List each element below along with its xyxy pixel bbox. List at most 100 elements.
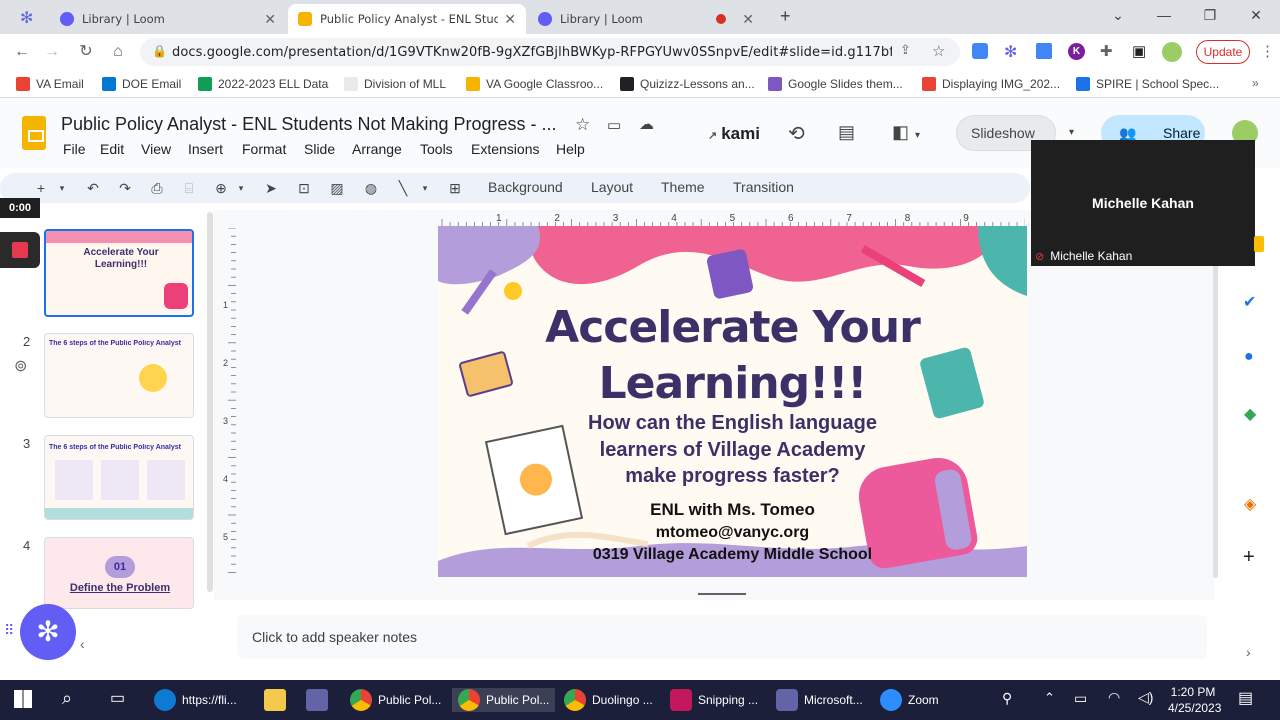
zoom-icon[interactable]: ⊕: [212, 180, 230, 197]
bookmark-slides-themes[interactable]: Google Slides them...: [768, 76, 903, 92]
new-slide-dropdown-icon[interactable]: ▾: [53, 183, 71, 194]
image-icon[interactable]: ▨: [328, 180, 346, 197]
maps-icon[interactable]: ◆: [1244, 404, 1256, 424]
print-icon[interactable]: ⎙: [148, 180, 166, 197]
taskbar-snipping[interactable]: Snipping ...: [670, 688, 758, 712]
thumbnail-slide-4[interactable]: 01 Define the Problem: [44, 537, 194, 609]
redo-icon[interactable]: ↷: [116, 180, 134, 197]
menu-view[interactable]: View: [141, 141, 171, 157]
notes-resize-handle[interactable]: [698, 593, 746, 595]
system-clock[interactable]: 1:20 PM 4/25/2023: [1168, 684, 1221, 716]
contacts-icon[interactable]: ●: [1244, 348, 1254, 366]
battery-icon[interactable]: ▭: [1074, 690, 1087, 707]
line-icon[interactable]: ╲: [394, 180, 412, 197]
bookmark-classroom[interactable]: VA Google Classroo...: [466, 76, 603, 92]
stop-recording-button[interactable]: [0, 232, 40, 268]
menu-insert[interactable]: Insert: [188, 141, 223, 157]
cloud-saved-icon[interactable]: ☁: [639, 115, 654, 133]
tab-list-icon[interactable]: ⌄: [1098, 4, 1138, 26]
forward-icon[interactable]: →: [42, 42, 62, 62]
translate-icon[interactable]: [1036, 43, 1052, 59]
windows-start-icon[interactable]: [14, 690, 32, 708]
loom-launcher-button[interactable]: ✻: [20, 604, 76, 660]
bookmark-mll[interactable]: Division of MLL: [344, 76, 446, 92]
wifi-icon[interactable]: ◠: [1108, 689, 1120, 706]
show-hidden-icons[interactable]: ⌃: [1044, 690, 1055, 706]
taskbar-store[interactable]: [306, 688, 334, 712]
select-cursor-icon[interactable]: ➤: [262, 180, 280, 197]
move-folder-icon[interactable]: ▭: [607, 116, 621, 134]
comment-add-icon[interactable]: ⊞: [446, 180, 464, 197]
more-menu-icon[interactable]: ⋮: [1260, 42, 1275, 60]
bookmark-ell-data[interactable]: 2022-2023 ELL Data: [198, 76, 328, 92]
kami-ext-icon[interactable]: K: [1068, 43, 1085, 60]
background-button[interactable]: Background: [488, 179, 563, 195]
minimize-icon[interactable]: —: [1144, 4, 1184, 26]
document-title[interactable]: Public Policy Analyst - ENL Students Not…: [61, 114, 557, 135]
transition-button[interactable]: Transition: [733, 179, 794, 195]
drag-handle-icon[interactable]: ⠿: [4, 622, 14, 639]
meet-camera-icon[interactable]: ◧ ▾: [892, 122, 920, 143]
comments-icon[interactable]: ▤: [838, 122, 855, 143]
thumbnail-slide-3[interactable]: The 6 steps of the Public Policy Analyst: [44, 435, 194, 520]
version-history-icon[interactable]: ⟲: [788, 121, 805, 146]
addon-icon[interactable]: ◈: [1244, 494, 1256, 514]
task-view-icon[interactable]: ▭: [110, 688, 125, 708]
speaker-notes[interactable]: Click to add speaker notes: [237, 615, 1207, 659]
profile-avatar-icon[interactable]: [1162, 42, 1182, 62]
share-page-icon[interactable]: ⇪: [900, 43, 911, 58]
thumbnail-slide-2[interactable]: The 6 steps of the Public Policy Analyst: [44, 333, 194, 418]
slide-canvas[interactable]: Accelerate Your Learning!!! How can the …: [438, 226, 1027, 577]
more-bookmarks-icon[interactable]: »: [1252, 76, 1259, 90]
menu-arrange[interactable]: Arrange: [352, 141, 402, 157]
undo-icon[interactable]: ↶: [84, 180, 102, 197]
taskbar-explorer[interactable]: [264, 688, 292, 712]
menu-tools[interactable]: Tools: [420, 141, 453, 157]
tasks-icon[interactable]: ✔: [1243, 292, 1256, 312]
update-button[interactable]: Update: [1196, 40, 1250, 64]
menu-file[interactable]: File: [63, 141, 86, 157]
taskbar-edge[interactable]: https://fli...: [154, 688, 237, 712]
bookmark-star-icon[interactable]: ☆: [932, 42, 946, 60]
link-icon[interactable]: ⊚: [14, 356, 27, 376]
bookmark-img[interactable]: Displaying IMG_202...: [922, 76, 1060, 92]
theme-button[interactable]: Theme: [661, 179, 705, 195]
bookmark-va-email[interactable]: VA Email: [16, 76, 84, 92]
new-tab-icon[interactable]: +: [780, 6, 791, 27]
canvas-scrollbar[interactable]: [1213, 230, 1218, 578]
volume-icon[interactable]: ◁): [1138, 689, 1153, 706]
menu-help[interactable]: Help: [556, 141, 585, 157]
taskbar-teams[interactable]: Microsoft...: [776, 688, 863, 712]
url-input[interactable]: 🔒 docs.google.com/presentation/d/1G9VTKn…: [140, 38, 960, 66]
extension-loom-icon[interactable]: ✻: [1004, 42, 1017, 62]
thumbnail-slide-1[interactable]: Accelerate Your Learning!!!: [44, 229, 194, 317]
close-tab-icon[interactable]: ✕: [504, 11, 516, 28]
extension-icon[interactable]: [972, 43, 988, 59]
zoom-dropdown-icon[interactable]: ▾: [232, 183, 250, 194]
line-dropdown-icon[interactable]: ▾: [416, 183, 434, 194]
slides-logo-icon[interactable]: [22, 116, 46, 150]
taskbar-chrome-1[interactable]: Public Pol...: [350, 688, 441, 712]
close-tab-icon[interactable]: ✕: [742, 11, 754, 28]
menu-edit[interactable]: Edit: [100, 141, 124, 157]
back-icon[interactable]: ←: [12, 42, 32, 62]
new-slide-icon[interactable]: +: [32, 180, 50, 196]
menu-format[interactable]: Format: [242, 141, 286, 157]
bookmark-doe-email[interactable]: DOE Email: [102, 76, 181, 92]
people-tray-icon[interactable]: ⚲: [1002, 690, 1012, 707]
taskbar-chrome-2[interactable]: Public Pol...: [452, 688, 556, 712]
extensions-puzzle-icon[interactable]: ✚: [1100, 42, 1113, 60]
menu-extensions[interactable]: Extensions: [471, 141, 539, 157]
taskbar-duolingo[interactable]: Duolingo ...: [564, 688, 653, 712]
star-icon[interactable]: ☆: [575, 115, 590, 135]
reload-icon[interactable]: ↻: [76, 42, 96, 62]
collapse-filmstrip-icon[interactable]: ‹: [80, 636, 85, 652]
expand-side-panel-icon[interactable]: ›: [1246, 644, 1251, 660]
close-window-icon[interactable]: ✕: [1236, 4, 1276, 26]
close-tab-icon[interactable]: ✕: [264, 11, 276, 28]
text-box-icon[interactable]: ⊡: [295, 180, 313, 197]
video-call-panel[interactable]: Michelle Kahan ⊘ Michelle Kahan: [1031, 140, 1255, 266]
paint-format-icon[interactable]: ⌸: [180, 180, 198, 197]
tab-loom-2[interactable]: Library | Loom ✕: [528, 4, 764, 34]
notifications-icon[interactable]: ▤: [1238, 688, 1253, 708]
